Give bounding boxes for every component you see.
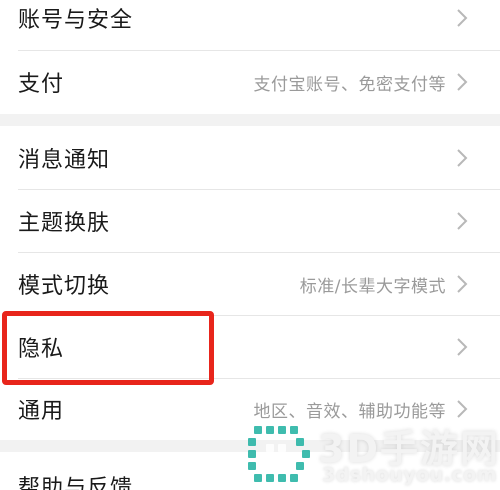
chevron-right-icon xyxy=(457,338,468,356)
chevron-right-icon xyxy=(457,400,468,418)
settings-row-notifications[interactable]: 消息通知 xyxy=(0,126,500,190)
settings-row-label: 主题换肤 xyxy=(18,211,111,236)
chevron-right-icon xyxy=(457,9,468,27)
settings-row-label: 通用 xyxy=(18,399,65,424)
chevron-right-icon xyxy=(457,212,468,230)
settings-row-value: 支付宝账号、免密支付等 xyxy=(253,74,446,95)
chevron-right-icon xyxy=(457,275,468,293)
watermark-logo-icon xyxy=(248,426,310,482)
settings-group-general: 消息通知 主题换肤 模式切换 标准/长辈大字模式 隐私 通用 地区、音效、辅助功… xyxy=(0,126,500,440)
settings-row-label: 消息通知 xyxy=(18,148,111,173)
settings-row-payment[interactable]: 支付 支付宝账号、免密支付等 xyxy=(0,50,500,114)
chevron-right-icon xyxy=(457,149,468,167)
settings-row-theme[interactable]: 主题换肤 xyxy=(0,189,500,253)
settings-row-label: 模式切换 xyxy=(18,274,111,299)
settings-row-account-security[interactable]: 账号与安全 xyxy=(0,0,500,50)
settings-row-label: 支付 xyxy=(18,72,65,97)
settings-row-label: 帮助与反馈 xyxy=(18,476,134,490)
settings-row-mode-switch[interactable]: 模式切换 标准/长辈大字模式 xyxy=(0,252,500,316)
settings-row-value: 标准/长辈大字模式 xyxy=(299,276,446,297)
highlight-box xyxy=(2,311,214,385)
watermark: 3D手游网 3dshouyou.com xyxy=(244,422,500,490)
settings-group-account: 账号与安全 支付 支付宝账号、免密支付等 xyxy=(0,0,500,114)
settings-row-label: 账号与安全 xyxy=(18,8,134,33)
watermark-url: 3dshouyou.com xyxy=(322,464,498,486)
chevron-right-icon xyxy=(457,73,468,91)
